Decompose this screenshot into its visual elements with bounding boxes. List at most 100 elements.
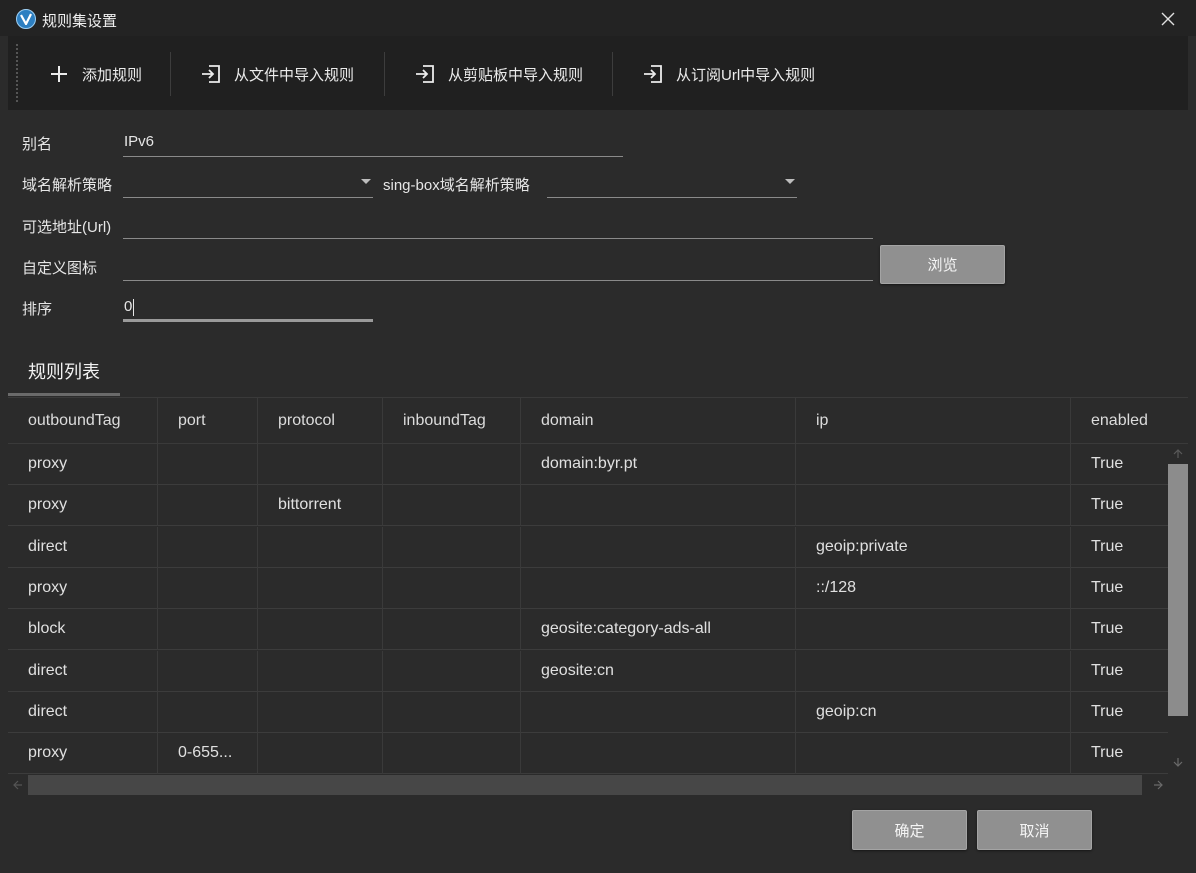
column-header-outboundtag[interactable]: outboundTag bbox=[8, 398, 158, 444]
vertical-scrollbar[interactable] bbox=[1168, 444, 1188, 774]
alias-input[interactable]: IPv6 bbox=[123, 131, 623, 157]
cell-inboundtag bbox=[383, 526, 521, 568]
title-bar: 规则集设置 bbox=[0, 0, 1196, 36]
cell-outboundtag: proxy bbox=[8, 444, 158, 485]
column-header-inboundtag[interactable]: inboundTag bbox=[383, 398, 521, 444]
cell-protocol bbox=[258, 567, 383, 609]
custom-icon-label: 自定义图标 bbox=[22, 260, 98, 277]
url-input[interactable] bbox=[123, 213, 873, 239]
cell-domain bbox=[521, 733, 796, 775]
table-row[interactable]: block geosite:category-ads-all True bbox=[8, 609, 1168, 651]
horizontal-scrollbar[interactable] bbox=[8, 774, 1188, 796]
cell-protocol bbox=[258, 526, 383, 568]
import-from-url-button[interactable]: 从订阅Url中导入规则 bbox=[642, 56, 815, 92]
table-row[interactable]: proxy::/128 True bbox=[8, 567, 1168, 609]
table-row[interactable]: proxy domain:byr.pt True bbox=[8, 444, 1168, 485]
table-row[interactable]: direct geoip:cn True bbox=[8, 691, 1168, 733]
column-header-enabled[interactable]: enabled bbox=[1071, 398, 1188, 444]
cell-outboundtag: block bbox=[8, 609, 158, 651]
v2rayn-logo-icon bbox=[16, 9, 36, 29]
column-header-protocol[interactable]: protocol bbox=[258, 398, 383, 444]
cell-enabled: True bbox=[1091, 702, 1124, 720]
alias-value: IPv6 bbox=[124, 133, 155, 150]
import-from-file-label: 从文件中导入规则 bbox=[234, 66, 355, 84]
cell-domain bbox=[521, 691, 796, 733]
import-icon bbox=[642, 63, 664, 85]
toolbar-separator bbox=[170, 52, 171, 96]
import-from-clipboard-label: 从剪贴板中导入规则 bbox=[448, 66, 584, 84]
cell-enabled: True bbox=[1091, 620, 1124, 638]
vertical-scroll-thumb[interactable] bbox=[1168, 464, 1188, 716]
table-header: outboundTag port protocol inboundTag dom… bbox=[8, 398, 1188, 444]
sort-label: 排序 bbox=[22, 301, 53, 318]
cell-port bbox=[158, 691, 258, 733]
table-row[interactable]: proxy 0-655... True bbox=[8, 733, 1168, 775]
cell-ip bbox=[796, 485, 1071, 527]
cell-enabled: True bbox=[1091, 578, 1124, 596]
tab-rule-list[interactable]: 规则列表 bbox=[8, 348, 120, 396]
cell-ip: ::/128 bbox=[796, 567, 1071, 609]
scroll-up-arrow-icon[interactable] bbox=[1172, 448, 1184, 460]
cell-outboundtag: direct bbox=[8, 650, 158, 692]
cell-enabled: True bbox=[1091, 537, 1124, 555]
chevron-down-icon bbox=[785, 179, 795, 184]
cell-enabled: True bbox=[1091, 455, 1124, 472]
sort-value: 0 bbox=[124, 298, 133, 315]
add-rule-button[interactable]: 添加规则 bbox=[48, 56, 142, 92]
rules-table: outboundTag port protocol inboundTag dom… bbox=[8, 397, 1188, 796]
cell-domain: geosite:category-ads-all bbox=[521, 609, 796, 651]
cell-port bbox=[158, 526, 258, 568]
scroll-down-arrow-icon[interactable] bbox=[1172, 756, 1184, 768]
cancel-button[interactable]: 取消 bbox=[977, 810, 1092, 850]
import-from-file-button[interactable]: 从文件中导入规则 bbox=[200, 56, 354, 92]
cell-inboundtag bbox=[383, 567, 521, 609]
singbox-strategy-select[interactable] bbox=[547, 172, 797, 198]
ok-button[interactable]: 确定 bbox=[852, 810, 967, 850]
domain-strategy-select[interactable] bbox=[123, 172, 373, 198]
cell-inboundtag bbox=[383, 733, 521, 775]
cell-outboundtag: direct bbox=[8, 526, 158, 568]
cell-ip: geoip:private bbox=[796, 526, 1071, 568]
toolbar-separator bbox=[612, 52, 613, 96]
window-title: 规则集设置 bbox=[42, 13, 118, 30]
import-from-url-label: 从订阅Url中导入规则 bbox=[676, 66, 816, 84]
cell-port bbox=[158, 567, 258, 609]
import-from-clipboard-button[interactable]: 从剪贴板中导入规则 bbox=[414, 56, 583, 92]
cell-port bbox=[158, 650, 258, 692]
horizontal-scroll-thumb[interactable] bbox=[28, 775, 1142, 795]
cell-protocol bbox=[258, 444, 383, 485]
toolbar: 添加规则 从文件中导入规则 从剪贴板中导入规则 从订阅Url中导入规则 bbox=[8, 36, 1188, 110]
table-row[interactable]: proxy bittorrent True bbox=[8, 485, 1168, 527]
column-header-domain[interactable]: domain bbox=[521, 398, 796, 444]
cell-protocol bbox=[258, 691, 383, 733]
cell-domain bbox=[521, 567, 796, 609]
cell-outboundtag: proxy bbox=[8, 733, 158, 775]
cell-ip bbox=[796, 444, 1071, 485]
browse-button[interactable]: 浏览 bbox=[880, 245, 1005, 284]
scroll-left-arrow-icon[interactable] bbox=[12, 779, 24, 791]
cell-ip: geoip:cn bbox=[796, 691, 1071, 733]
sort-input[interactable]: 0 bbox=[123, 296, 373, 322]
text-caret bbox=[133, 298, 135, 316]
cell-domain bbox=[521, 485, 796, 527]
add-rule-label: 添加规则 bbox=[82, 66, 143, 84]
rule-set-settings-window: 规则集设置 添加规则 从文件中导入规则 从剪贴板中导入规则 从订阅Url中导入规… bbox=[0, 0, 1196, 873]
cell-port bbox=[158, 609, 258, 651]
cell-inboundtag bbox=[383, 691, 521, 733]
cell-ip bbox=[796, 733, 1071, 775]
column-header-ip[interactable]: ip bbox=[796, 398, 1071, 444]
url-label: 可选地址(Url) bbox=[22, 219, 112, 236]
custom-icon-input[interactable] bbox=[123, 255, 873, 281]
cell-protocol bbox=[258, 650, 383, 692]
cell-domain: domain:byr.pt bbox=[521, 444, 796, 485]
toolbar-grip[interactable] bbox=[16, 44, 18, 102]
scroll-right-arrow-icon[interactable] bbox=[1152, 779, 1164, 791]
close-button[interactable] bbox=[1154, 6, 1182, 32]
toolbar-separator bbox=[384, 52, 385, 96]
table-row[interactable]: direct geosite:cn True bbox=[8, 650, 1168, 692]
cell-port bbox=[158, 485, 258, 527]
tab-rule-list-label: 规则列表 bbox=[28, 362, 100, 382]
column-header-port[interactable]: port bbox=[158, 398, 258, 444]
table-row[interactable]: direct geoip:private True bbox=[8, 526, 1168, 568]
cell-domain bbox=[521, 526, 796, 568]
